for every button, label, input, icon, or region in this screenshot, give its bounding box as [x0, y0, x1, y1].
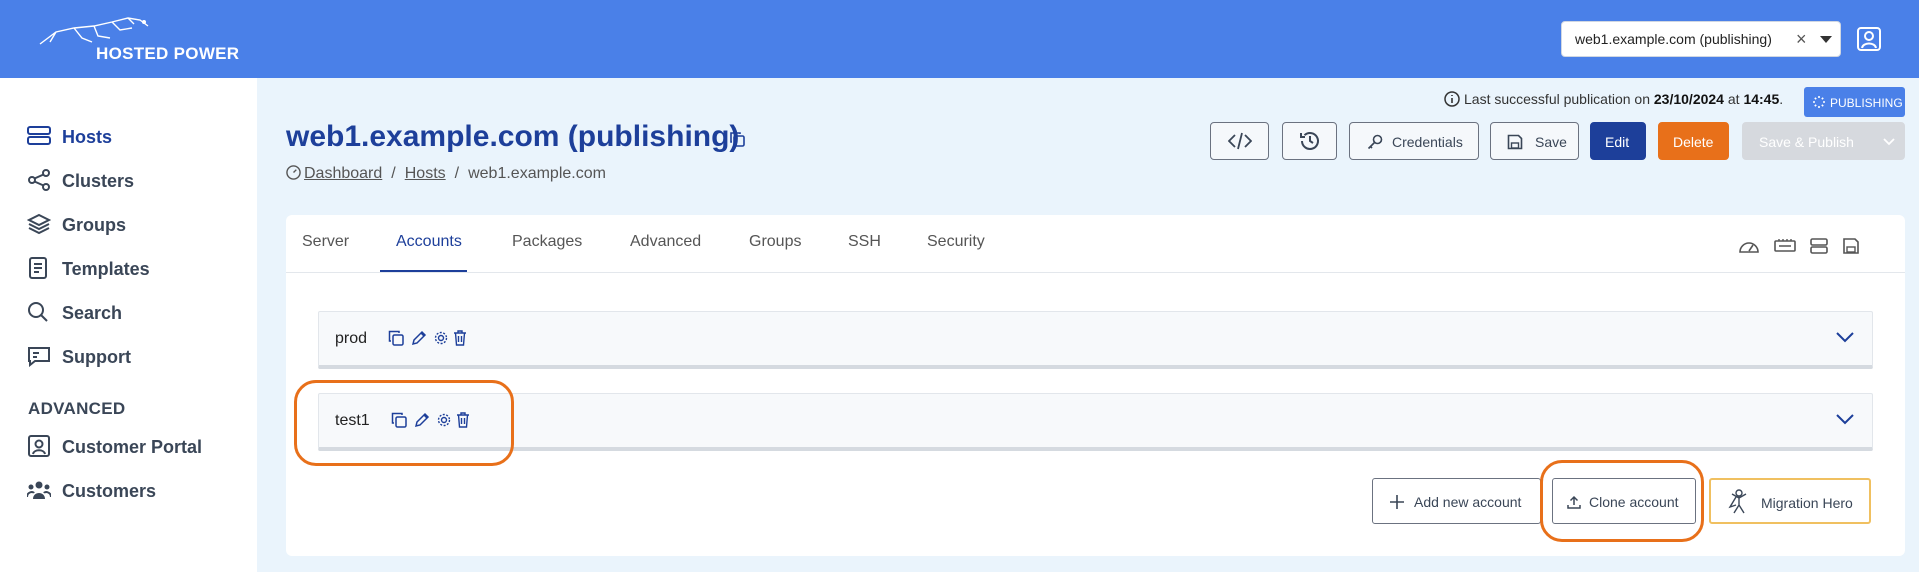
sidebar-item-label: Clusters: [62, 171, 135, 191]
publishing-status-badge: PUBLISHING: [1804, 87, 1905, 117]
credentials-button[interactable]: Credentials: [1349, 122, 1479, 160]
history-button[interactable]: [1282, 122, 1337, 160]
publishing-badge-label: PUBLISHING: [1830, 96, 1903, 110]
clear-selection-icon[interactable]: ×: [1796, 29, 1807, 50]
highlight-ring-clone: [1540, 460, 1704, 542]
users-group-icon: [27, 481, 51, 499]
sidebar-item-label: Templates: [62, 259, 150, 279]
breadcrumb: Dashboard / Hosts / web1.example.com: [286, 165, 606, 183]
floppy-disk-icon: [1507, 134, 1523, 150]
dashboard-gauge-icon[interactable]: [1738, 237, 1760, 255]
sidebar-item-label: Search: [62, 303, 123, 323]
spinner-icon: [1813, 96, 1825, 108]
dashboard-gauge-icon: [286, 165, 301, 180]
document-icon: [29, 257, 47, 279]
copy-icon[interactable]: [729, 131, 745, 147]
save-button[interactable]: Save: [1490, 122, 1579, 160]
hosted-power-logo[interactable]: HOSTED POWER: [36, 14, 246, 66]
account-name: prod: [335, 330, 368, 347]
sidebar-item-hosts[interactable]: Hosts: [27, 123, 247, 151]
edit-button[interactable]: Edit: [1590, 122, 1646, 160]
sidebar-item-label: Hosts: [62, 127, 113, 147]
pencil-icon[interactable]: [411, 330, 427, 346]
chevron-down-icon[interactable]: [1836, 414, 1854, 425]
tab-packages[interactable]: Packages: [512, 233, 582, 251]
portal-user-icon: [28, 435, 50, 457]
key-icon: [1367, 134, 1383, 150]
publication-info: Last successful publication on 23/10/202…: [1444, 91, 1783, 107]
tab-groups[interactable]: Groups: [749, 233, 801, 251]
gear-icon[interactable]: [434, 331, 448, 345]
sidebar-item-search[interactable]: Search: [27, 299, 247, 327]
host-selector[interactable]: web1.example.com (publishing) ×: [1561, 21, 1841, 57]
advanced-heading: ADVANCED: [28, 399, 126, 418]
sidebar: Hosts Clusters Groups Templates Search S…: [0, 78, 257, 572]
host-selector-value: web1.example.com (publishing): [1575, 31, 1772, 47]
breadcrumb-hosts-link[interactable]: Hosts: [405, 165, 446, 182]
superhero-icon: [1728, 489, 1747, 514]
add-new-account-label: Add new account: [1414, 494, 1522, 510]
sidebar-item-templates[interactable]: Templates: [27, 255, 247, 283]
user-account-icon[interactable]: [1856, 26, 1882, 52]
sidebar-item-clusters[interactable]: Clusters: [27, 167, 247, 195]
sidebar-item-customer-portal[interactable]: Customer Portal: [27, 433, 247, 461]
sidebar-item-label: Customers: [62, 481, 157, 501]
plus-icon: [1390, 495, 1404, 509]
migration-hero-label: Migration Hero: [1761, 495, 1853, 511]
tab-security[interactable]: Security: [927, 233, 985, 251]
search-icon: [28, 302, 48, 322]
credentials-label: Credentials: [1392, 134, 1463, 150]
trash-icon[interactable]: [453, 330, 467, 346]
breadcrumb-separator: /: [454, 165, 460, 182]
code-icon: [1228, 132, 1252, 150]
layers-icon: [27, 213, 51, 235]
sidebar-item-customers[interactable]: Customers: [27, 477, 247, 505]
floppy-disk-icon[interactable]: [1842, 237, 1860, 255]
support-chat-icon: [28, 347, 50, 367]
migration-hero-button[interactable]: Migration Hero: [1709, 478, 1871, 524]
save-and-publish-label: Save & Publish: [1759, 134, 1854, 150]
sidebar-item-support[interactable]: Support: [27, 343, 247, 371]
sidebar-item-label: Groups: [62, 215, 127, 235]
server-icon[interactable]: [1810, 237, 1828, 255]
sidebar-item-groups[interactable]: Groups: [27, 211, 247, 239]
top-bar: HOSTED POWER web1.example.com (publishin…: [0, 0, 1919, 78]
memory-icon[interactable]: [1774, 237, 1796, 255]
account-row-test1[interactable]: test1: [318, 393, 1873, 451]
publication-end: .: [1779, 91, 1784, 107]
breadcrumb-separator: /: [391, 165, 396, 182]
server-icon: [27, 126, 51, 145]
chevron-down-icon[interactable]: [1820, 36, 1832, 43]
code-view-button[interactable]: [1210, 122, 1269, 160]
breadcrumb-dashboard-link[interactable]: Dashboard: [304, 165, 382, 182]
sidebar-item-label: Customer Portal: [62, 437, 203, 457]
tab-server[interactable]: Server: [302, 233, 349, 251]
publication-text: Last successful publication on: [1464, 91, 1654, 107]
highlight-ring-test1: [294, 380, 514, 466]
share-nodes-icon: [28, 169, 50, 191]
brand-name: HOSTED POWER: [96, 44, 240, 63]
save-label: Save: [1535, 134, 1567, 150]
publication-date: 23/10/2024: [1653, 91, 1724, 107]
history-icon: [1300, 132, 1319, 150]
tab-advanced[interactable]: Advanced: [630, 233, 701, 251]
page-title: web1.example.com (publishing): [286, 120, 740, 153]
edit-label: Edit: [1605, 134, 1630, 150]
add-new-account-button[interactable]: Add new account: [1372, 478, 1541, 524]
info-icon: [1444, 91, 1460, 107]
publication-at: at: [1723, 91, 1744, 107]
tabs-divider: [286, 272, 1905, 273]
chevron-down-icon[interactable]: [1836, 332, 1854, 343]
tab-accounts[interactable]: Accounts: [396, 233, 462, 251]
tab-ssh[interactable]: SSH: [848, 233, 881, 251]
publication-time: 14:45: [1743, 91, 1780, 107]
delete-label: Delete: [1673, 134, 1714, 150]
breadcrumb-current: web1.example.com: [468, 165, 606, 182]
account-row-prod[interactable]: prod: [318, 311, 1873, 369]
delete-button[interactable]: Delete: [1658, 122, 1729, 160]
chevron-down-icon[interactable]: [1883, 138, 1895, 146]
copy-icon[interactable]: [388, 330, 404, 346]
sidebar-item-label: Support: [62, 347, 131, 367]
save-and-publish-button[interactable]: Save & Publish: [1742, 122, 1905, 160]
